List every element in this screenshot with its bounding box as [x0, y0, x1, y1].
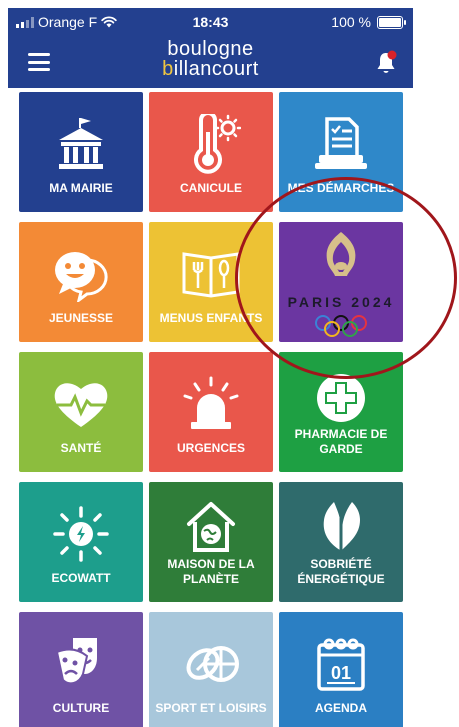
app-screen: Orange F 18:43 100 % boulogne billancour…	[8, 8, 413, 727]
tile-label: MES DÉMARCHES	[287, 180, 395, 195]
tile-sport-et-loisirs[interactable]: SPORT ET LOISIRS	[149, 612, 273, 727]
tile-label: SPORT ET LOISIRS	[155, 700, 267, 715]
paris-2024-logo-icon	[279, 230, 403, 294]
notification-bell-icon[interactable]	[374, 50, 398, 76]
tile-canicule[interactable]: CANICULE	[149, 92, 273, 212]
tile-label: CANICULE	[180, 180, 242, 195]
tile-urgences[interactable]: URGENCES	[149, 352, 273, 472]
tile-label: MAISON DE LA PLANÈTE	[167, 557, 255, 586]
logo-line-1: boulogne	[167, 38, 254, 60]
app-header: Orange F 18:43 100 % boulogne billancour…	[8, 8, 413, 88]
logo-rest: illancourt	[173, 58, 259, 80]
tile-pharmacie-de-garde[interactable]: PHARMACIE DE GARDE	[279, 352, 403, 472]
house-planet-icon	[149, 496, 273, 556]
calendar-day: 01	[331, 663, 351, 683]
tile-menus-enfants[interactable]: MENUS ENFANTS	[149, 222, 273, 342]
olympic-rings-icon	[279, 314, 403, 338]
tile-label: ECOWATT	[51, 570, 111, 585]
tile-label: MA MAIRIE	[49, 180, 113, 195]
leaf-icon	[279, 496, 403, 556]
tile-label: PHARMACIE DE GARDE	[294, 427, 388, 456]
tile-label: CULTURE	[52, 700, 110, 715]
tile-label: JEUNESSE	[48, 310, 114, 325]
tile-label: URGENCES	[176, 440, 245, 455]
logo-accent-letter: b	[162, 58, 174, 80]
tile-grid: MA MAIRIE CANICULE MES DÉMARCHES JEUNESS…	[8, 88, 413, 727]
logo-line-2: billancourt	[8, 59, 413, 79]
tile-label: SANTÉ	[60, 440, 102, 455]
tile-ma-mairie[interactable]: MA MAIRIE	[19, 92, 143, 212]
tile-culture[interactable]: CULTURE	[19, 612, 143, 727]
tile-agenda[interactable]: 01 AGENDA	[279, 612, 403, 727]
tile-ecowatt[interactable]: ECOWATT	[19, 482, 143, 602]
tile-label: SOBRIÉTÉ ÉNERGÉTIQUE	[297, 557, 385, 586]
app-logo: boulogne billancourt	[8, 39, 413, 79]
tile-jeunesse[interactable]: JEUNESSE	[19, 222, 143, 342]
tile-sobriete-energetique[interactable]: SOBRIÉTÉ ÉNERGÉTIQUE	[279, 482, 403, 602]
tile-maison-de-la-planete[interactable]: MAISON DE LA PLANÈTE	[149, 482, 273, 602]
tile-sante[interactable]: SANTÉ	[19, 352, 143, 472]
tile-paris-2024[interactable]: PARIS 2024	[279, 222, 403, 342]
status-bar: Orange F 18:43 100 %	[8, 13, 413, 33]
tile-mes-demarches[interactable]: MES DÉMARCHES	[279, 92, 403, 212]
battery-icon	[377, 15, 406, 29]
paris-2024-wordmark: PARIS 2024	[287, 294, 395, 310]
tile-label: AGENDA	[314, 700, 367, 715]
status-right: 100 %	[331, 14, 406, 30]
battery-percent: 100 %	[331, 14, 371, 30]
tile-label: MENUS ENFANTS	[159, 310, 263, 325]
